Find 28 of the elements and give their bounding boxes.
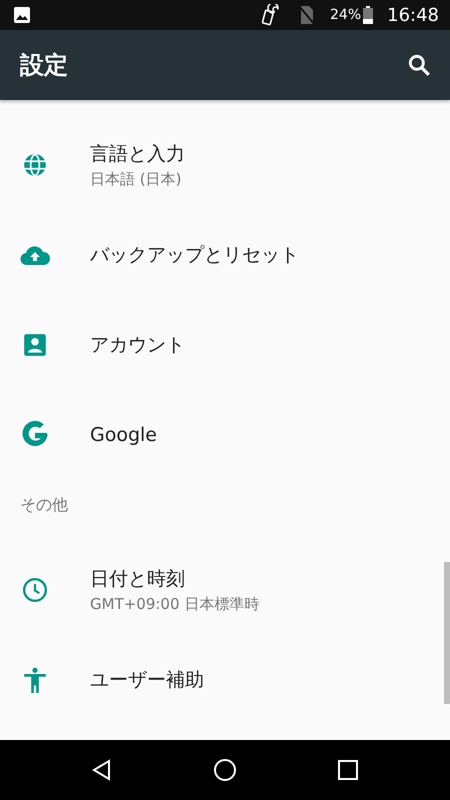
clock-icon <box>22 577 48 603</box>
item-title: 日付と時刻 <box>90 567 186 592</box>
settings-item[interactable]: バックアップとリセット <box>0 210 442 300</box>
item-subtitle: GMT+09:00 日本標準時 <box>90 595 260 614</box>
item-title: ユーザー補助 <box>90 668 204 693</box>
item-title: バックアップとリセット <box>90 243 299 268</box>
item-title: 言語と入力 <box>90 142 185 167</box>
account-icon <box>22 332 48 358</box>
accessibility-icon <box>22 667 48 693</box>
home-icon[interactable] <box>212 758 237 782</box>
item-title: Google <box>90 424 158 446</box>
battery-icon <box>363 6 374 24</box>
item-subtitle: 日本語 (日本) <box>90 170 182 189</box>
image-notification-icon <box>14 7 30 23</box>
recent-apps-icon[interactable] <box>336 758 360 782</box>
settings-item[interactable]: アカウント <box>0 300 442 390</box>
battery-percent: 24% <box>330 7 362 23</box>
search-icon[interactable] <box>406 52 432 78</box>
item-title: アカウント <box>90 333 185 358</box>
section-header: その他 <box>20 495 68 514</box>
cloud-upload-icon <box>20 244 50 266</box>
settings-item[interactable]: 日付と時刻 GMT+09:00 日本標準時 <box>0 545 442 635</box>
settings-item[interactable]: 言語と入力 日本語 (日本) <box>0 120 442 210</box>
settings-item[interactable]: Google <box>0 390 442 480</box>
globe-icon <box>22 152 48 178</box>
screen-title: 設定 <box>20 50 68 81</box>
clock-time: 16:48 <box>387 4 439 26</box>
settings-item[interactable]: ユーザー補助 <box>0 635 442 725</box>
